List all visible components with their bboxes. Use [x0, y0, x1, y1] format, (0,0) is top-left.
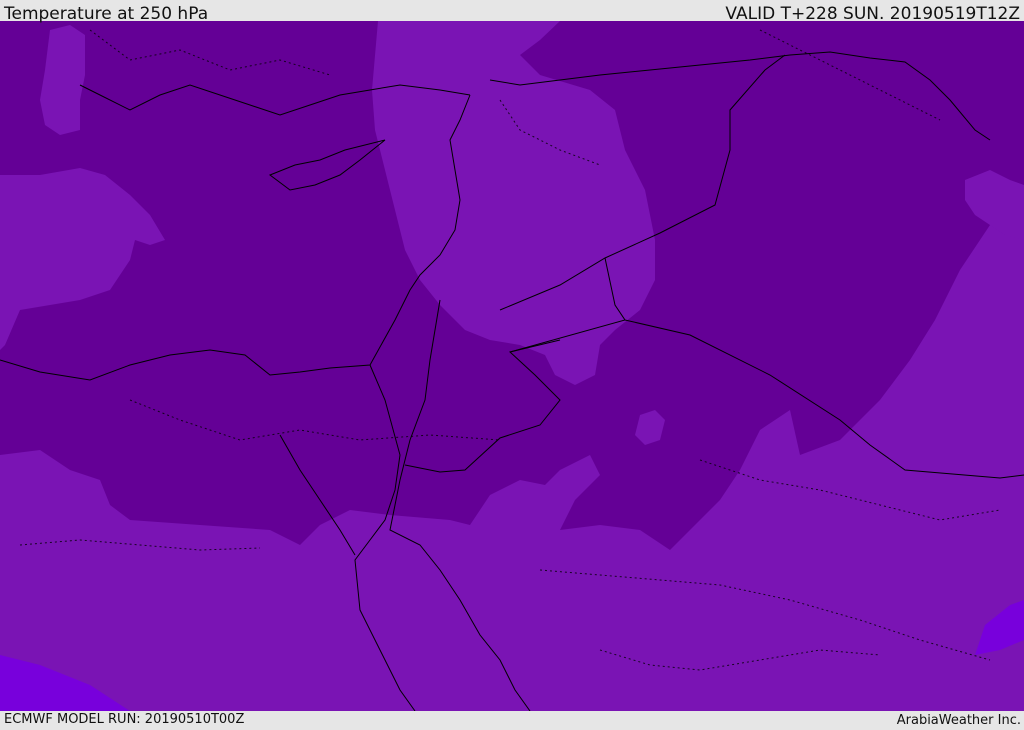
map-canvas[interactable]: [0, 21, 1024, 711]
temperature-map: [0, 21, 1024, 711]
valid-time-label: VALID T+228 SUN. 20190519T12Z: [725, 4, 1020, 24]
model-run-label: ECMWF MODEL RUN: 20190510T00Z: [4, 712, 245, 727]
header-bar: Temperature at 250 hPa VALID T+228 SUN. …: [0, 0, 1024, 24]
map-title: Temperature at 250 hPa: [4, 4, 209, 24]
credit-label: ArabiaWeather Inc.: [896, 713, 1021, 728]
footer-bar: ECMWF MODEL RUN: 20190510T00Z ArabiaWeat…: [0, 711, 1024, 729]
